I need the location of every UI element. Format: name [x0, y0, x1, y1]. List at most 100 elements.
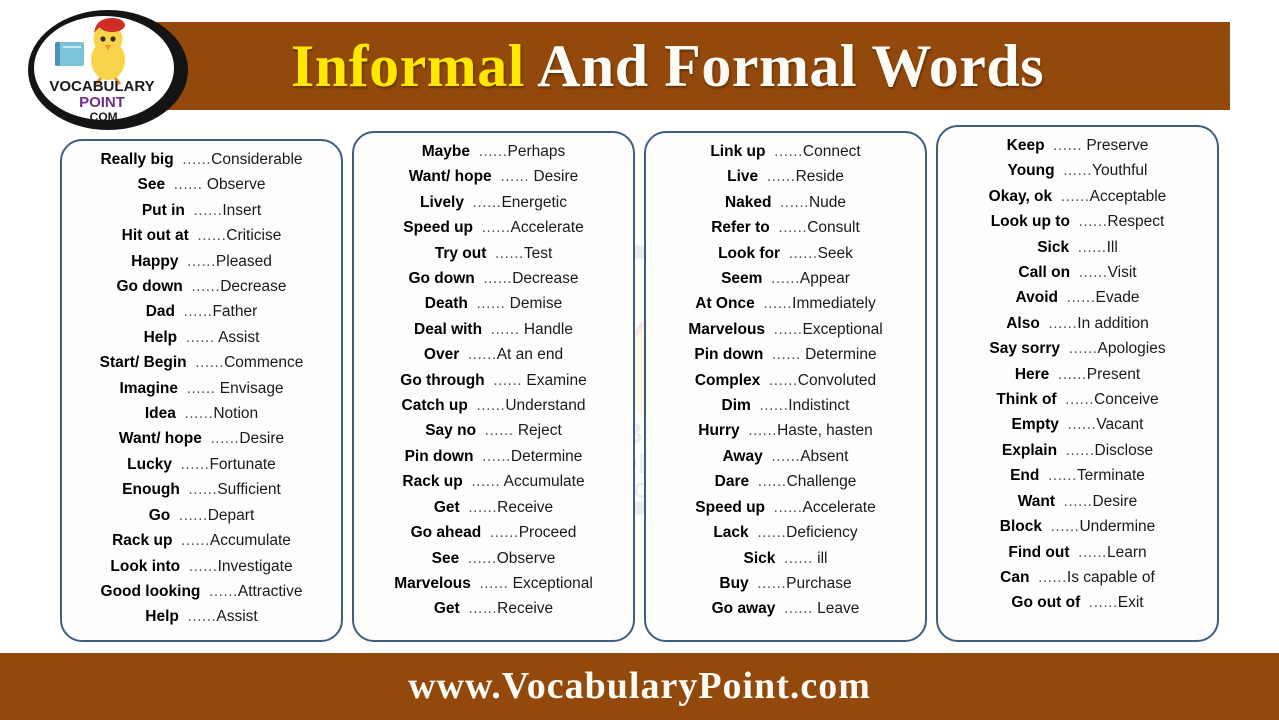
- formal-word: Reside: [795, 168, 844, 186]
- word-pair-row: Go ahead ......Proceed: [360, 520, 627, 545]
- formal-word: Receive: [497, 600, 554, 618]
- word-pair-row: Go away ...... Leave: [652, 596, 919, 621]
- formal-word: Decrease: [220, 278, 287, 296]
- separator-dots: ......: [757, 473, 787, 491]
- informal-word: Think of: [996, 391, 1057, 409]
- formal-word: Depart: [207, 506, 255, 524]
- footer-website-text: www.VocabularyPoint.com: [408, 665, 871, 707]
- word-pair-row: Sick ...... ill: [652, 546, 919, 571]
- formal-word: Test: [523, 244, 553, 262]
- formal-word: Purchase: [786, 574, 852, 592]
- formal-word: Determine: [800, 346, 877, 364]
- word-pair-row: Hit out at ......Criticise: [68, 223, 335, 248]
- separator-dots: ......: [490, 320, 520, 338]
- informal-word: Live: [727, 168, 759, 186]
- formal-word: Respect: [1107, 213, 1165, 231]
- word-pair-row: Look into ......Investigate: [68, 554, 335, 579]
- formal-word: Perhaps: [507, 143, 566, 160]
- informal-word: Speed up: [403, 219, 474, 237]
- informal-word: Dim: [721, 397, 751, 415]
- informal-word: Explain: [1001, 441, 1058, 459]
- formal-word: Consult: [807, 219, 860, 237]
- word-pair-row: Go ......Depart: [68, 503, 335, 528]
- informal-word: Away: [722, 447, 763, 465]
- separator-dots: ......: [763, 295, 793, 313]
- page-title-rest: And Formal Words: [524, 33, 1045, 99]
- word-pair-row: Enough ......Sufficient: [68, 477, 335, 502]
- separator-dots: ......: [1038, 568, 1067, 586]
- formal-word: Observe: [202, 176, 266, 194]
- formal-word: Energetic: [501, 193, 567, 211]
- word-pair-row: Pin down ......Determine: [360, 444, 627, 469]
- word-pair-row: Want/ hope ......Desire: [68, 426, 335, 451]
- separator-dots: ......: [1063, 492, 1093, 510]
- separator-dots: ......: [467, 346, 497, 364]
- informal-word: Seem: [721, 270, 763, 288]
- informal-word: Refer to: [711, 219, 770, 237]
- formal-word: Accelerate: [510, 219, 584, 237]
- word-card-column-1: Really big ......Considerable See ...... …: [60, 139, 343, 642]
- informal-word: Go out of: [1011, 594, 1081, 612]
- separator-dots: ......: [771, 447, 801, 465]
- formal-word: Assist: [216, 608, 258, 626]
- separator-dots: ......: [1078, 213, 1108, 231]
- word-pair-row: Avoid ......Evade: [944, 285, 1211, 310]
- formal-word: Indistinct: [788, 397, 850, 415]
- word-pair-row: Explain ......Disclose: [944, 438, 1211, 463]
- separator-dots: ......: [468, 498, 498, 516]
- informal-word: Lucky: [127, 455, 172, 473]
- word-pair-row: Want/ hope ...... Desire: [360, 164, 627, 189]
- informal-word: Help: [145, 608, 179, 626]
- separator-dots: ......: [774, 143, 803, 160]
- separator-dots: ......: [193, 201, 223, 219]
- informal-word: Pin down: [694, 346, 764, 364]
- word-pair-row: Speed up ......Accelerate: [360, 215, 627, 240]
- formal-word: Handle: [519, 320, 573, 338]
- informal-word: Idea: [144, 405, 176, 423]
- formal-word: Understand: [505, 397, 586, 415]
- separator-dots: ......: [783, 600, 813, 618]
- formal-word: Accumulate: [500, 473, 585, 491]
- informal-word: Look into: [110, 557, 181, 575]
- word-pair-row: Seem ......Appear: [652, 266, 919, 291]
- informal-word: Go away: [711, 600, 776, 618]
- separator-dots: ......: [766, 168, 796, 186]
- informal-word: Rack up: [402, 473, 463, 491]
- word-pair-row: Here ......Present: [944, 362, 1211, 387]
- separator-dots: ......: [489, 524, 519, 542]
- informal-word: Get: [433, 498, 460, 516]
- informal-word: Keep: [1006, 137, 1045, 154]
- word-pair-row: Look for ......Seek: [652, 241, 919, 266]
- formal-word: Absent: [800, 447, 849, 465]
- informal-word: Get: [433, 600, 460, 618]
- footer-banner: www.VocabularyPoint.com: [0, 653, 1279, 720]
- separator-dots: ......: [1063, 162, 1093, 180]
- separator-dots: ......: [1048, 314, 1078, 332]
- word-pair-row: Imagine ...... Envisage: [68, 376, 335, 401]
- separator-dots: ......: [479, 574, 509, 592]
- word-pair-row: Maybe ......Perhaps: [360, 139, 627, 164]
- separator-dots: ......: [759, 397, 789, 415]
- word-card-column-2: Maybe ......Perhaps Want/ hope ...... Des…: [352, 131, 635, 642]
- word-pair-row: Try out ......Test: [360, 241, 627, 266]
- formal-word: Investigate: [217, 557, 293, 575]
- word-pair-row: See ...... Observe: [68, 172, 335, 197]
- word-pair-row: Go through ...... Examine: [360, 368, 627, 393]
- word-pair-row: Lively ......Energetic: [360, 190, 627, 215]
- separator-dots: ......: [768, 371, 798, 389]
- word-pair-row: Can ......Is capable of: [944, 565, 1211, 590]
- informal-word: Say no: [425, 422, 477, 440]
- formal-word: Reject: [513, 422, 562, 440]
- separator-dots: ......: [1088, 594, 1118, 612]
- formal-word: At an end: [496, 346, 564, 364]
- word-pair-row: Start/ Begin ......Commence: [68, 350, 335, 375]
- separator-dots: ......: [784, 549, 813, 567]
- separator-dots: ......: [757, 524, 787, 542]
- separator-dots: ......: [183, 303, 213, 321]
- separator-dots: ......: [180, 455, 210, 473]
- word-list-column-2: Maybe ......Perhaps Want/ hope ...... Des…: [360, 139, 627, 622]
- separator-dots: ......: [788, 244, 818, 262]
- informal-word: Imagine: [119, 379, 179, 397]
- word-pair-row: Go down ......Decrease: [360, 266, 627, 291]
- separator-dots: ......: [468, 600, 498, 618]
